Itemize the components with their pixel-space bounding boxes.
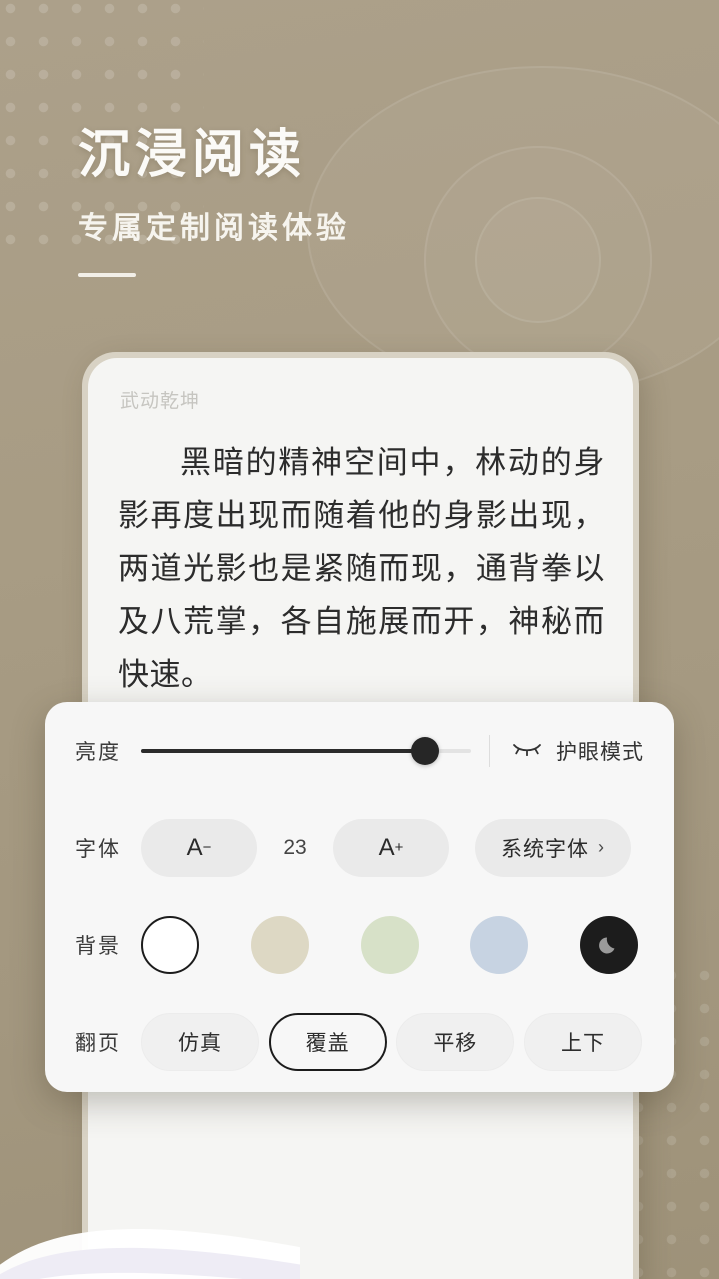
book-title: 武动乾坤 <box>120 391 201 412</box>
page-turn-label: 翻页 <box>75 1031 121 1055</box>
brightness-slider-thumb[interactable] <box>410 736 439 765</box>
page-turn-option-label: 仿真 <box>178 1031 222 1055</box>
promo-screen: 沉浸阅读 专属定制阅读体验 武动乾坤 黑暗的精神空间中，林动的身影再度出现而随着… <box>0 0 719 1279</box>
eye-protection-mode-label: 护眼模式 <box>556 740 644 764</box>
page-turn-option-label: 上下 <box>560 1031 605 1055</box>
background-row: 背景 <box>75 896 644 993</box>
font-label: 字体 <box>75 837 121 861</box>
page-turn-option-list: 仿真 覆盖 平移 上下 <box>141 1012 644 1071</box>
system-font-button[interactable]: 系统字体 › <box>475 818 631 877</box>
reader-paragraph: 黑暗的精神空间中，林动的身影再度出现而随着他的身影出现，两道光影也是紧随而现，通… <box>118 445 605 692</box>
chevron-right-icon: › <box>598 837 605 857</box>
eye-protection-mode-button[interactable]: 护眼模式 <box>512 736 644 766</box>
eye-rings-decoration <box>307 66 719 396</box>
closed-eye-icon <box>512 740 542 761</box>
page-title: 沉浸阅读 <box>78 127 307 184</box>
background-label: 背景 <box>75 934 121 958</box>
brightness-slider-fill <box>141 748 425 753</box>
background-swatch-green[interactable] <box>360 915 419 974</box>
reader-settings-panel: 亮度 护眼模式 字体 A − 23 A + 系统字体 › 背景 翻页 仿真 覆盖… <box>45 702 674 1092</box>
headline-block: 沉浸阅读 专属定制阅读体验 <box>78 112 350 277</box>
brightness-row: 亮度 护眼模式 <box>75 702 644 799</box>
page-turn-option-label: 覆盖 <box>305 1031 350 1055</box>
page-turn-option[interactable]: 覆盖 <box>268 1012 387 1071</box>
title-underline-rule <box>78 273 136 277</box>
moon-icon <box>599 937 615 953</box>
font-decrease-letter: A <box>186 833 203 861</box>
font-row: 字体 A − 23 A + 系统字体 › <box>75 799 644 896</box>
font-increase-letter: A <box>378 833 395 861</box>
page-turn-option[interactable]: 平移 <box>396 1012 515 1071</box>
eye-ring-inner <box>475 197 601 323</box>
page-turn-option[interactable]: 仿真 <box>141 1012 259 1071</box>
font-decrease-button[interactable]: A − <box>141 818 257 877</box>
background-swatch-beige[interactable] <box>250 915 309 974</box>
brightness-slider[interactable] <box>141 736 483 765</box>
brightness-slider-track[interactable] <box>141 736 471 765</box>
vertical-divider <box>489 734 490 767</box>
background-swatch-blue[interactable] <box>470 915 529 974</box>
page-turn-option-label: 平移 <box>433 1031 478 1055</box>
eye-ring-outer <box>307 66 719 396</box>
brightness-label: 亮度 <box>75 740 121 764</box>
font-size-value: 23 <box>283 835 307 859</box>
background-swatch-night[interactable] <box>580 915 638 974</box>
font-increase-button[interactable]: A + <box>333 818 449 877</box>
system-font-label: 系统字体 <box>501 837 589 861</box>
page-subtitle: 专属定制阅读体验 <box>78 212 350 245</box>
page-turn-row: 翻页 仿真 覆盖 平移 上下 <box>75 993 644 1090</box>
page-turn-option[interactable]: 上下 <box>523 1012 642 1071</box>
eye-ring-middle <box>424 146 652 374</box>
background-swatch-list <box>141 915 644 974</box>
background-swatch-white[interactable] <box>141 915 199 974</box>
